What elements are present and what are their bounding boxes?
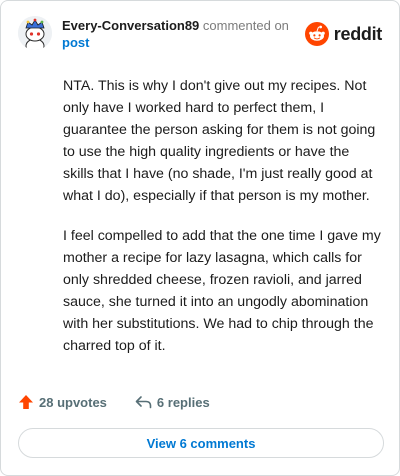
reply-count: 6 replies xyxy=(156,394,210,410)
upvote-count: 28 upvotes xyxy=(39,394,107,410)
comment-paragraph: NTA. This is why I don't give out my rec… xyxy=(63,78,376,204)
reddit-brand[interactable]: reddit xyxy=(304,21,382,47)
snoo-avatar-icon xyxy=(18,16,52,50)
username[interactable]: Every-Conversation89 xyxy=(62,18,199,33)
reddit-logo-icon xyxy=(304,22,329,46)
comment-card: Every-Conversation89 commented on post r… xyxy=(0,0,400,476)
upvote-arrow-icon xyxy=(19,395,33,409)
comment-actions: 28 upvotes 6 replies xyxy=(18,394,210,410)
view-comments-button[interactable]: View 6 comments xyxy=(18,428,384,458)
upvote-button[interactable]: 28 upvotes xyxy=(18,394,107,410)
comment-paragraph: I feel compelled to add that the one tim… xyxy=(63,228,381,354)
view-comments-label: View 6 comments xyxy=(146,435,256,451)
user-avatar[interactable] xyxy=(18,16,52,50)
comment-body: NTA. This is why I don't give out my rec… xyxy=(63,75,381,375)
comment-header: Every-Conversation89 commented on post xyxy=(62,17,292,51)
action-text: commented on xyxy=(202,18,289,33)
post-link[interactable]: post xyxy=(62,35,89,50)
reply-arrow-icon xyxy=(135,396,152,409)
replies-button[interactable]: 6 replies xyxy=(135,395,210,410)
brand-name: reddit xyxy=(333,23,383,44)
